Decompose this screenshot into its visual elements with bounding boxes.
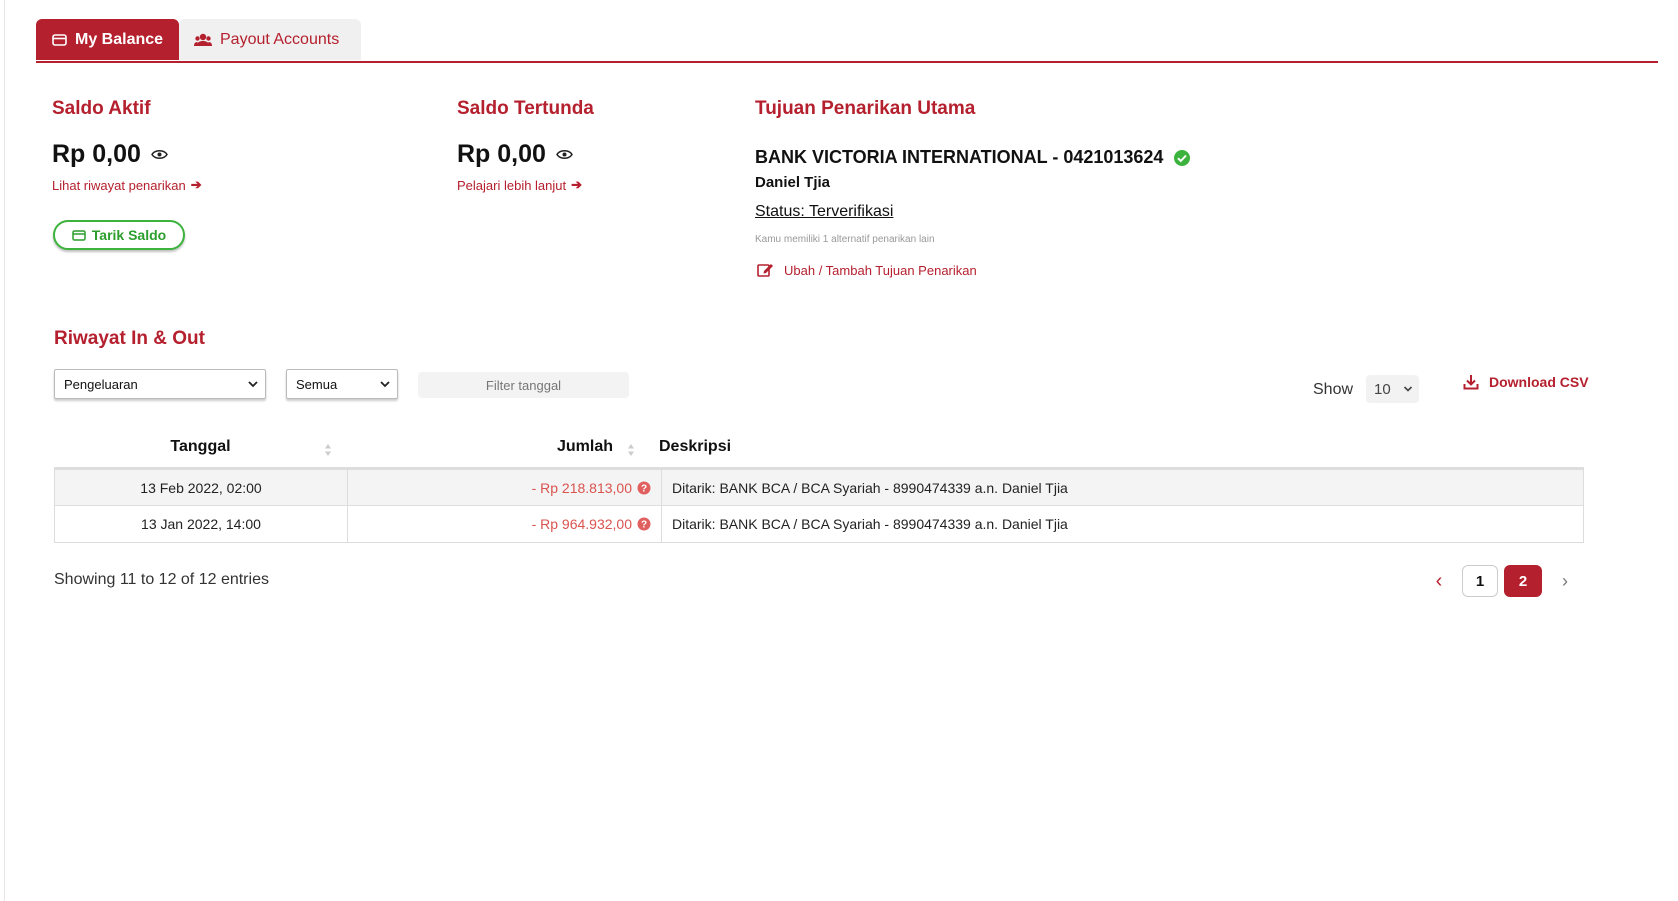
saldo-tertunda-title: Saldo Tertunda xyxy=(457,98,594,119)
saldo-aktif-value: Rp 0,00 xyxy=(52,140,141,168)
question-icon[interactable]: ? xyxy=(637,517,651,531)
sort-icon xyxy=(325,444,331,456)
row-amount: - Rp 218.813,00 ? xyxy=(348,470,662,505)
svg-text:?: ? xyxy=(641,520,647,531)
saldo-aktif-title: Saldo Aktif xyxy=(52,98,151,119)
account-holder: Daniel Tjia xyxy=(755,174,831,191)
chevron-down-icon xyxy=(380,381,390,388)
tab-my-balance[interactable]: My Balance xyxy=(36,19,179,60)
tab-payout-accounts-label: Payout Accounts xyxy=(220,30,340,48)
header-tanggal-label: Tanggal xyxy=(170,438,231,455)
eye-icon[interactable] xyxy=(151,149,168,160)
page-size-value: 10 xyxy=(1374,380,1391,398)
pagination-page-1[interactable]: 1 xyxy=(1462,565,1498,597)
transactions-table: Tanggal Jumlah Deskripsi 13 Feb 2022, 02… xyxy=(54,432,1584,543)
edit-destination-link[interactable]: Ubah / Tambah Tujuan Penarikan xyxy=(757,262,977,278)
arrow-right-icon: ➔ xyxy=(571,177,583,192)
pelajari-link[interactable]: Pelajari lebih lanjut ➔ xyxy=(457,177,582,193)
pelajari-label: Pelajari lebih lanjut xyxy=(457,177,567,193)
saldo-aktif-amount: Rp 0,00 xyxy=(52,140,168,169)
header-tanggal[interactable]: Tanggal xyxy=(54,438,347,456)
header-deskripsi: Deskripsi xyxy=(659,438,731,456)
pagination-prev[interactable]: ‹ xyxy=(1426,565,1452,597)
card-icon xyxy=(72,229,86,241)
table-header: Tanggal Jumlah Deskripsi xyxy=(54,432,1584,469)
chevron-down-icon xyxy=(1403,386,1413,392)
row-amount: - Rp 964.932,00 ? xyxy=(348,506,662,542)
row-description: Ditarik: BANK BCA / BCA Syariah - 899047… xyxy=(672,479,1068,496)
chevron-down-icon xyxy=(248,381,258,388)
edit-icon xyxy=(757,264,773,277)
download-icon xyxy=(1463,375,1479,390)
bank-account: BANK VICTORIA INTERNATIONAL - 0421013624 xyxy=(755,147,1191,168)
verification-status: Status: Terverifikasi xyxy=(755,203,894,220)
pagination-next[interactable]: › xyxy=(1552,565,1578,597)
riwayat-title: Riwayat In & Out xyxy=(54,328,205,349)
alternative-note: Kamu memiliki 1 alternatif penarikan lai… xyxy=(755,234,935,245)
download-csv-button[interactable]: Download CSV xyxy=(1463,374,1589,390)
tab-my-balance-label: My Balance xyxy=(75,30,164,48)
row-date: 13 Feb 2022, 02:00 xyxy=(55,470,348,505)
edit-destination-label: Ubah / Tambah Tujuan Penarikan xyxy=(784,262,977,278)
status-filter-value: Semua xyxy=(296,376,338,392)
show-label: Show xyxy=(1313,381,1354,398)
row-date: 13 Jan 2022, 14:00 xyxy=(55,506,348,542)
lihat-riwayat-label: Lihat riwayat penarikan xyxy=(52,177,186,193)
type-filter-select[interactable]: Pengeluaran xyxy=(54,369,266,399)
svg-text:?: ? xyxy=(641,483,647,494)
bank-account-label: BANK VICTORIA INTERNATIONAL - 0421013624 xyxy=(755,147,1164,167)
date-filter-input[interactable]: Filter tanggal xyxy=(418,372,629,398)
tarik-saldo-button[interactable]: Tarik Saldo xyxy=(53,220,185,250)
download-csv-label: Download CSV xyxy=(1489,374,1589,390)
sort-icon xyxy=(628,444,634,456)
row-amount-value: - Rp 964.932,00 xyxy=(531,516,632,532)
page-size-select[interactable]: 10 xyxy=(1366,375,1419,403)
saldo-tertunda-value: Rp 0,00 xyxy=(457,140,546,168)
tarik-saldo-label: Tarik Saldo xyxy=(91,227,167,243)
row-description: Ditarik: BANK BCA / BCA Syariah - 899047… xyxy=(672,516,1068,532)
header-jumlah[interactable]: Jumlah xyxy=(347,438,613,456)
table-row: 13 Jan 2022, 14:00 - Rp 964.932,00 ? Dit… xyxy=(54,506,1584,543)
tujuan-title: Tujuan Penarikan Utama xyxy=(755,98,976,119)
pagination-page-2[interactable]: 2 xyxy=(1504,565,1542,597)
card-icon xyxy=(52,33,67,46)
tab-payout-accounts[interactable]: Payout Accounts xyxy=(179,19,361,60)
page-left-border xyxy=(4,0,5,901)
status-filter-select[interactable]: Semua xyxy=(286,369,398,399)
question-icon[interactable]: ? xyxy=(637,481,651,495)
arrow-right-icon: ➔ xyxy=(190,177,202,192)
eye-icon[interactable] xyxy=(556,149,573,160)
table-row: 13 Feb 2022, 02:00 - Rp 218.813,00 ? Dit… xyxy=(54,469,1584,506)
saldo-tertunda-amount: Rp 0,00 xyxy=(457,140,573,169)
tab-bar: My Balance Payout Accounts xyxy=(36,19,1658,63)
lihat-riwayat-link[interactable]: Lihat riwayat penarikan ➔ xyxy=(52,177,202,193)
entries-info: Showing 11 to 12 of 12 entries xyxy=(54,571,269,588)
header-deskripsi-label: Deskripsi xyxy=(659,438,732,455)
verified-check-icon xyxy=(1174,149,1191,166)
row-amount-value: - Rp 218.813,00 xyxy=(531,479,632,496)
users-icon xyxy=(194,33,212,46)
header-jumlah-label: Jumlah xyxy=(556,438,613,455)
type-filter-value: Pengeluaran xyxy=(64,376,138,392)
